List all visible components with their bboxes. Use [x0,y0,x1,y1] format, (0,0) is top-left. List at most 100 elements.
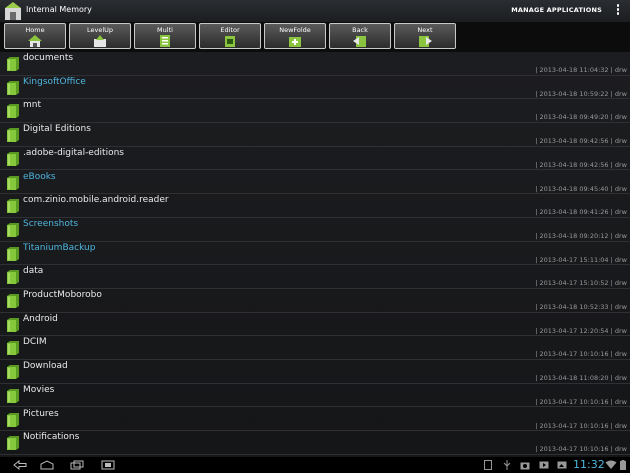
multi-label: Multi [157,26,173,34]
folder-icon [7,365,19,380]
file-meta: | 2013-04-18 11:08:20 | drw [535,374,627,383]
new-folder-button[interactable]: NewFolde [264,23,326,49]
screenshot-icon[interactable] [101,460,115,470]
next-icon [419,36,432,47]
level-up-icon [94,35,106,47]
folder-icon [7,294,19,308]
folder-icon [7,151,19,166]
list-item[interactable]: com.zinio.mobile.android.reader | 2013-04… [0,194,630,218]
file-meta: | 2013-04-18 09:45:40 | drw [535,184,627,193]
list-item[interactable]: Pictures | 2013-04-17 10:10:16 | drw [0,408,630,432]
folder-icon [7,175,19,190]
file-list: documents | 2013-04-18 11:04:32 | drw King… [0,52,630,457]
app-logo-icon[interactable] [4,1,22,21]
file-name: eBooks [23,171,56,182]
next-button[interactable]: Next [394,23,456,49]
folder-icon [7,341,19,356]
back-nav-icon[interactable] [12,460,28,470]
folder-icon [7,436,19,451]
usb-icon [503,460,511,470]
list-item[interactable]: Screenshots | 2013-04-18 09:20:12 | drw [0,218,630,242]
sd-card-icon [484,460,492,470]
file-name: Digital Editions [23,124,91,135]
home-label: Home [25,26,45,34]
list-item[interactable]: KingsoftOffice | 2013-04-18 10:59:22 | dr… [0,76,630,100]
file-name: DCIM [23,337,47,348]
file-meta: | 2013-04-18 11:04:32 | drw [535,66,627,74]
file-name: Pictures [23,408,59,419]
home-nav-icon[interactable] [40,460,54,470]
file-meta: | 2013-04-17 15:11:04 | drw [535,255,627,264]
file-meta: | 2013-04-17 10:10:16 | drw [535,445,627,454]
list-item[interactable]: Download | 2013-04-18 11:08:20 | drw [0,360,630,384]
file-name: TitaniumBackup [23,242,96,253]
folder-icon [7,270,19,285]
home-button[interactable]: Home [4,23,66,49]
file-meta: | 2013-04-18 09:49:20 | drw [535,113,627,122]
recent-apps-icon[interactable] [70,460,84,470]
file-meta: | 2013-04-17 10:10:16 | drw [535,421,627,430]
list-item[interactable]: documents | 2013-04-18 11:04:32 | drw [0,52,630,76]
list-item[interactable]: Digital Editions | 2013-04-18 09:42:56 | … [0,123,630,147]
back-button[interactable]: Back [329,23,391,49]
new-folder-icon [289,37,301,47]
editor-icon [225,36,235,47]
list-item[interactable]: mnt | 2013-04-18 09:49:20 | drw [0,99,630,124]
level-up-button[interactable]: LevelUp [69,23,131,49]
multi-select-icon [160,35,170,47]
level-up-label: LevelUp [86,26,114,34]
list-item[interactable]: Notifications | 2013-04-17 10:10:16 | drw [0,431,630,455]
file-name: data [23,266,44,277]
file-name: .adobe-digital-editions [23,147,124,158]
file-meta: | 2013-04-18 10:59:22 | drw [535,89,627,98]
file-name: Android [23,313,58,324]
file-name: mnt [23,100,41,111]
list-item[interactable]: Movies | 2013-04-17 10:10:16 | drw [0,384,630,408]
editor-label: Editor [220,26,240,34]
back-icon [353,36,366,47]
new-folder-label: NewFolde [279,26,311,34]
manage-applications-button[interactable]: MANAGE APPLICATIONS [511,6,602,14]
clock[interactable]: 11:32 [573,458,605,471]
file-meta: | 2013-04-18 09:42:56 | drw [535,137,627,146]
list-item[interactable]: .adobe-digital-editions | 2013-04-18 09:4… [0,147,630,171]
file-meta: | 2013-04-18 09:41:26 | drw [535,208,627,217]
file-name: com.zinio.mobile.android.reader [23,195,169,206]
file-meta: | 2013-04-17 10:10:16 | drw [535,350,627,359]
file-name: ProductMoborobo [23,290,102,300]
file-name: Screenshots [23,218,79,229]
file-name: Notifications [23,432,80,443]
editor-button[interactable]: Editor [199,23,261,49]
app-title: Internal Memory [26,5,92,14]
list-item[interactable]: data | 2013-04-17 15:10:52 | drw [0,265,630,289]
folder-icon [7,412,19,427]
file-name: Movies [23,384,55,395]
list-item[interactable]: TitaniumBackup | 2013-04-17 15:11:04 | dr… [0,242,630,266]
folder-icon [7,222,19,237]
folder-icon [7,246,19,261]
folder-icon [7,199,19,214]
camera-icon [520,462,530,470]
list-item[interactable]: DCIM | 2013-04-17 10:10:16 | drw [0,336,630,361]
file-name: Download [23,361,68,372]
back-label: Back [352,26,368,34]
file-meta: | 2013-04-17 12:20:54 | drw [535,326,627,335]
action-bar: Internal Memory MANAGE APPLICATIONS [0,0,630,23]
folder-icon [7,128,19,143]
file-meta: | 2013-04-17 10:10:16 | drw [535,397,627,406]
file-name: KingsoftOffice [23,76,86,87]
file-meta: | 2013-04-18 10:52:33 | drw [535,303,627,311]
overflow-menu-icon[interactable] [616,4,620,18]
folder-icon [7,317,19,332]
battery-icon [620,460,626,470]
multi-button[interactable]: Multi [134,23,196,49]
list-item[interactable]: Android | 2013-04-17 12:20:54 | drw [0,313,630,337]
list-item[interactable]: eBooks | 2013-04-18 09:45:40 | drw [0,171,630,195]
file-meta: | 2013-04-17 15:10:52 | drw [535,279,627,288]
folder-icon [7,57,19,71]
folder-icon [7,80,19,95]
list-item[interactable]: ProductMoborobo | 2013-04-18 10:52:33 | d… [0,289,630,313]
media-icon [539,461,549,469]
next-label: Next [417,26,433,34]
folder-icon [7,104,19,119]
